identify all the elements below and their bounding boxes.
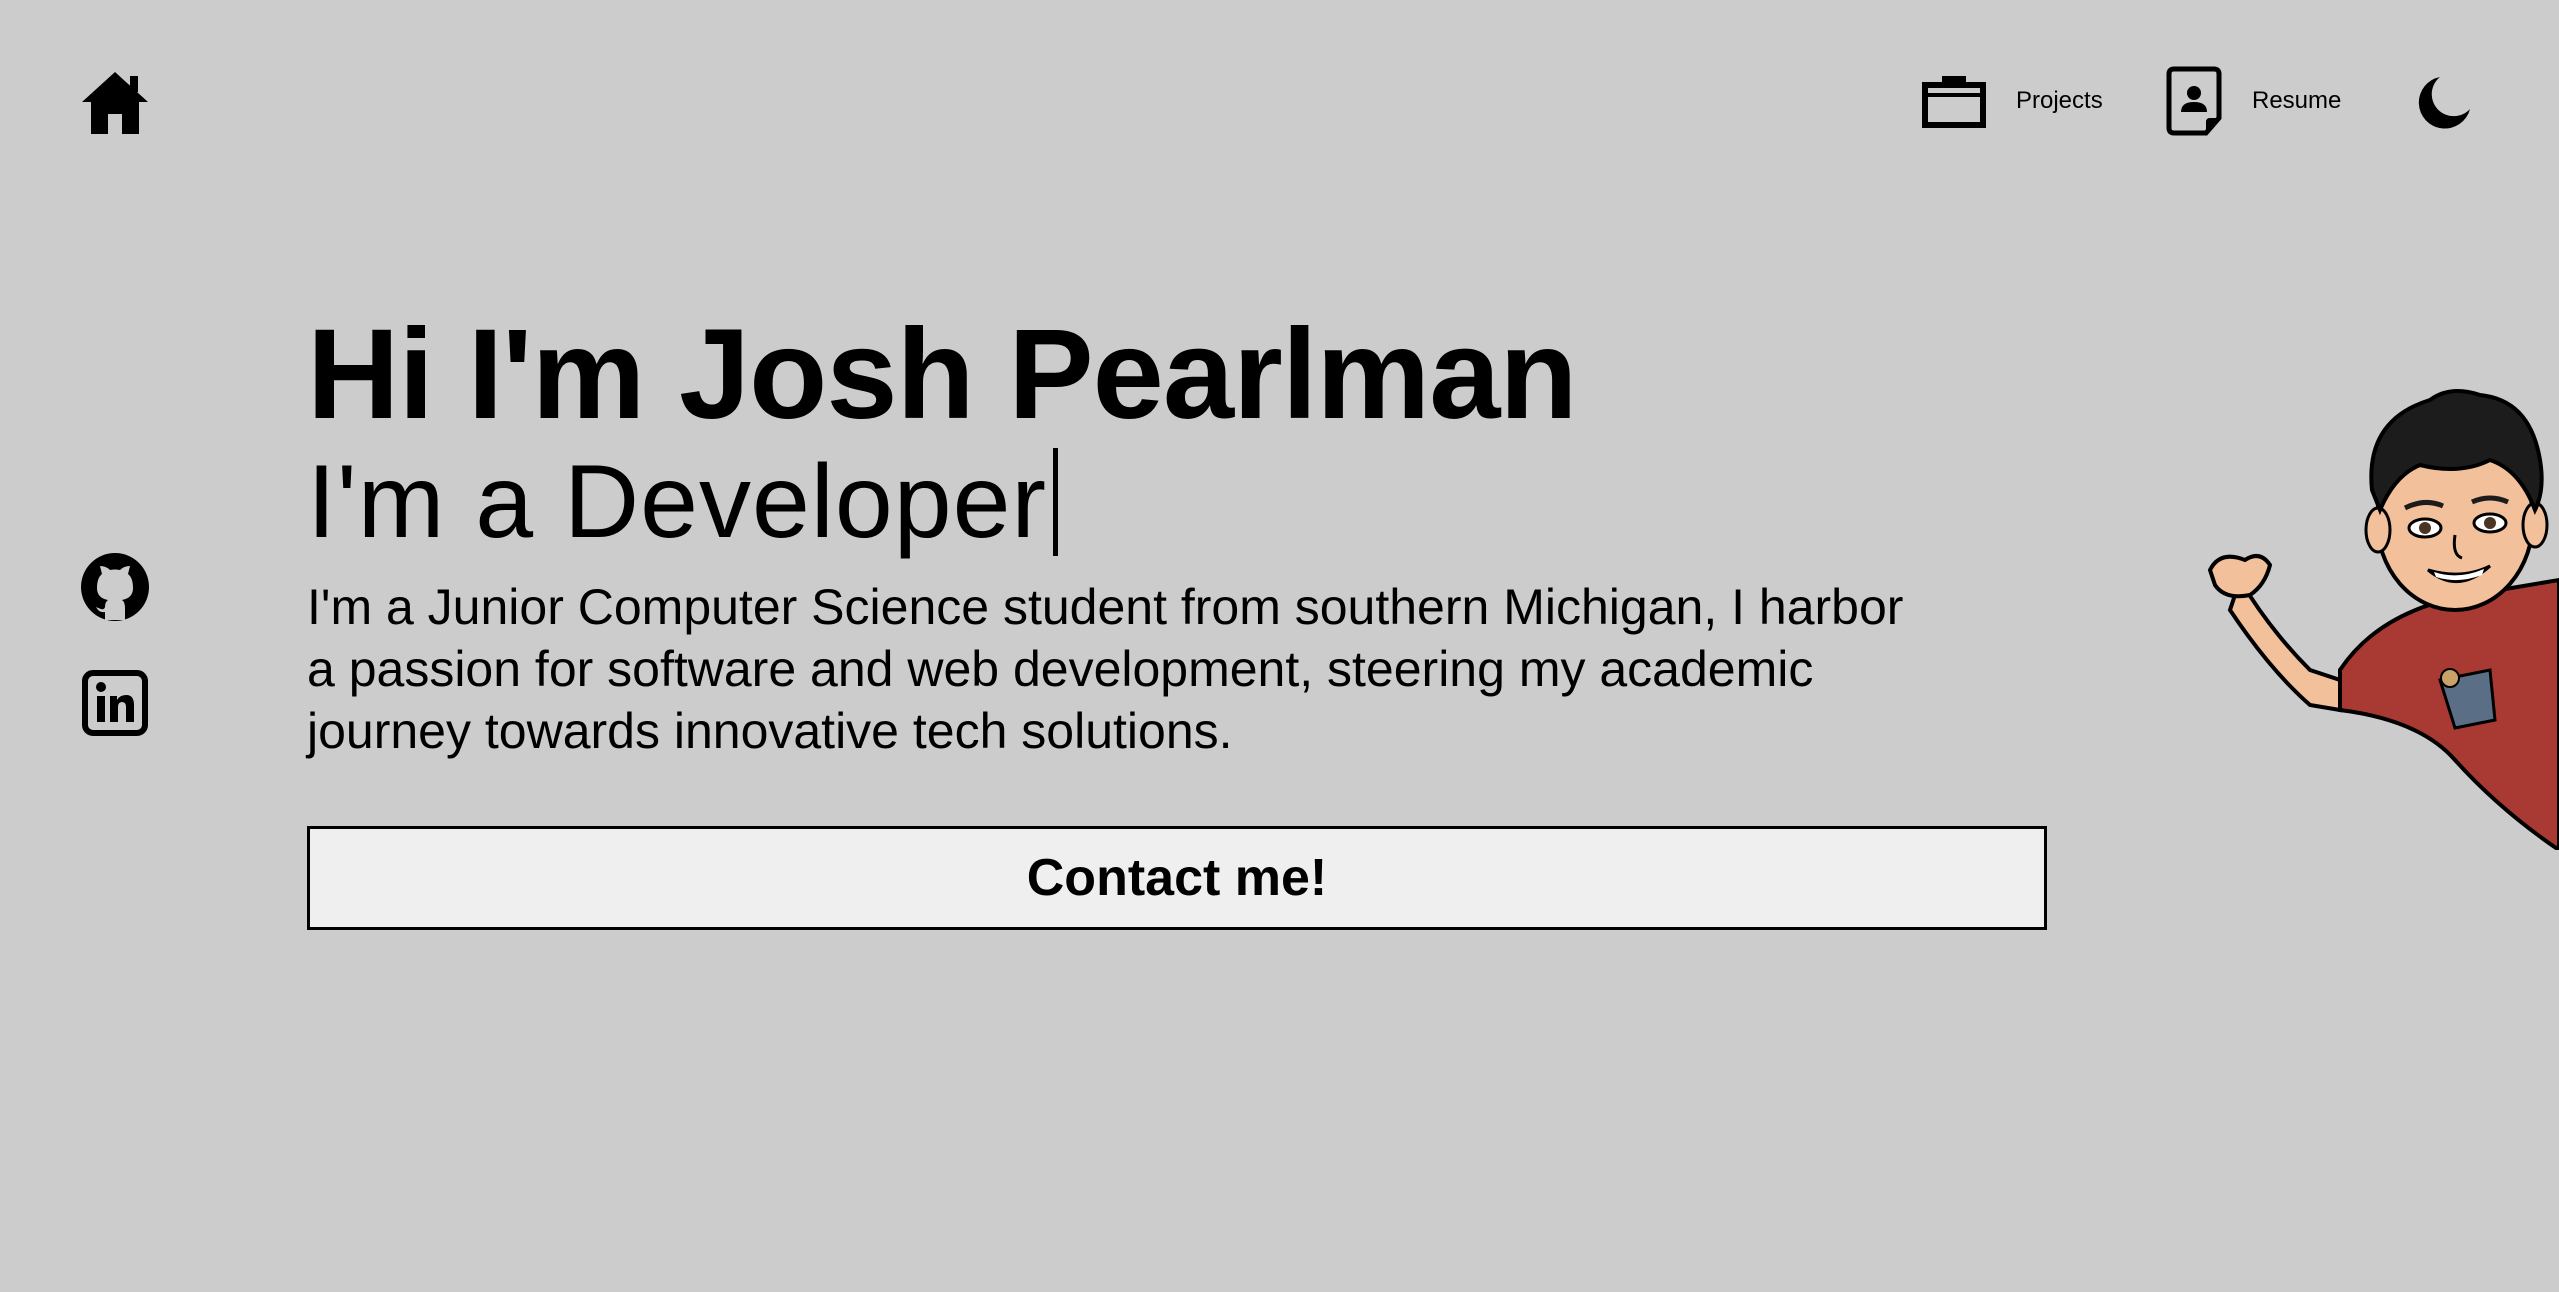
- linkedin-icon: [82, 670, 148, 736]
- nav-projects-link[interactable]: Projects: [1922, 66, 2103, 136]
- hero-subtitle: I'm a Developer: [307, 440, 2047, 564]
- hero-subtitle-text: I'm a Developer: [307, 444, 1048, 560]
- typing-cursor: [1053, 448, 1059, 556]
- theme-toggle-button[interactable]: [2414, 73, 2474, 133]
- nav-resume-link[interactable]: Resume: [2166, 66, 2341, 136]
- github-icon: [81, 553, 149, 621]
- resume-icon: [2166, 66, 2222, 136]
- briefcase-icon: [1922, 76, 1986, 128]
- hero-section: Hi I'm Josh Pearlman I'm a Developer I'm…: [307, 300, 2047, 762]
- hero-bio: I'm a Junior Computer Science student fr…: [307, 579, 1904, 759]
- top-nav: Projects Resume: [0, 66, 2559, 136]
- nav-projects-label: Projects: [2016, 87, 2103, 114]
- contact-button[interactable]: Contact me!: [307, 826, 2047, 930]
- hero-title: Hi I'm Josh Pearlman: [307, 303, 1578, 446]
- moon-icon: [2418, 77, 2470, 129]
- waving-avatar-illustration: [2200, 380, 2559, 850]
- linkedin-link[interactable]: [82, 670, 148, 736]
- nav-resume-label: Resume: [2252, 87, 2342, 114]
- github-link[interactable]: [80, 552, 150, 622]
